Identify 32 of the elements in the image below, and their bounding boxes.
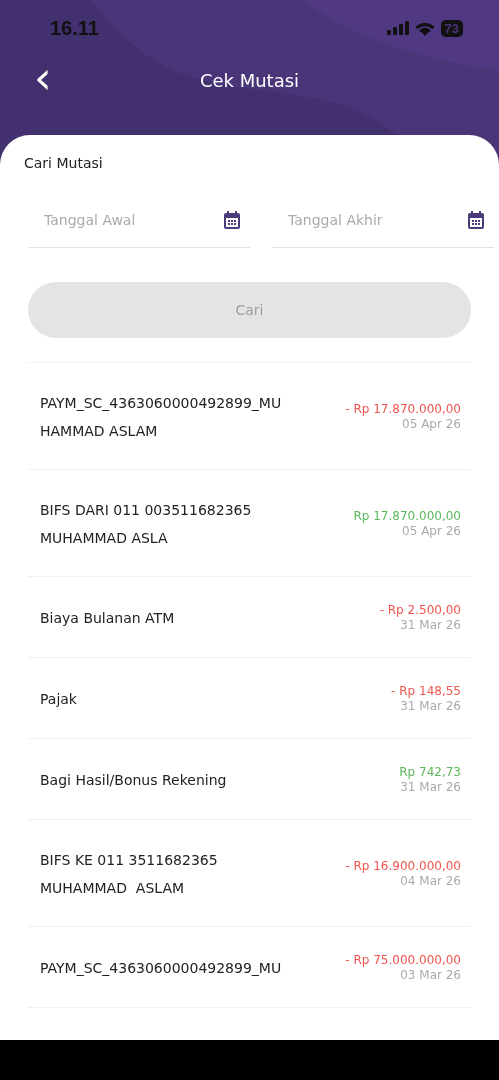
page-title: Cek Mutasi [199, 69, 300, 91]
transaction-amount: - Rp 16.900.000,00 [345, 859, 461, 874]
transaction-description: BIFS KE 011 3511682365 MUHAMMAD ASLAM [40, 851, 218, 898]
transaction-description: PAYM_SC_4363060000492899_MU HAMMAD ASLAM [40, 394, 282, 441]
transaction-description: Biaya Bulanan ATM [40, 609, 175, 628]
calendar-icon [468, 211, 484, 229]
transaction-description: PAYM_SC_4363060000492899_MU [40, 959, 282, 978]
transaction-amount: Rp 17.870.000,00 [353, 509, 461, 524]
transaction-date: 05 Apr 26 [402, 524, 461, 539]
transaction-date: 05 Apr 26 [402, 417, 461, 432]
date-field[interactable]: Tanggal Akhir [288, 212, 462, 228]
transaction-description: Bagi Hasil/Bonus Rekening [40, 771, 227, 790]
transaction-description: Pajak [40, 690, 77, 709]
transaction-amount: - Rp 75.000.000,00 [345, 953, 461, 968]
transaction-description: BIFS DARI 011 003511682365 MUHAMMAD ASLA [40, 501, 252, 548]
section-title: Cari Mutasi [24, 155, 104, 171]
date-field[interactable]: Tanggal Awal [44, 212, 218, 228]
transaction-date: 31 Mar 26 [400, 618, 461, 633]
transaction-date: 03 Mar 26 [400, 968, 461, 983]
wifi-icon [414, 20, 435, 36]
signal-icon [386, 21, 409, 35]
transaction-amount: - Rp 148,55 [391, 684, 461, 699]
calendar-icon [224, 211, 240, 229]
battery-level: 73 [440, 19, 463, 37]
transaction-amount: - Rp 17.870.000,00 [345, 402, 461, 417]
back-button[interactable]: ‹ [28, 58, 58, 98]
status-time: 16.11 [50, 16, 99, 40]
transaction-date: 31 Mar 26 [400, 699, 461, 714]
transaction-date: 31 Mar 26 [400, 780, 461, 795]
transaction-date: 04 Mar 26 [400, 874, 461, 889]
transaction-amount: - Rp 2.500,00 [379, 603, 461, 618]
transaction-amount: Rp 742,73 [399, 765, 461, 780]
